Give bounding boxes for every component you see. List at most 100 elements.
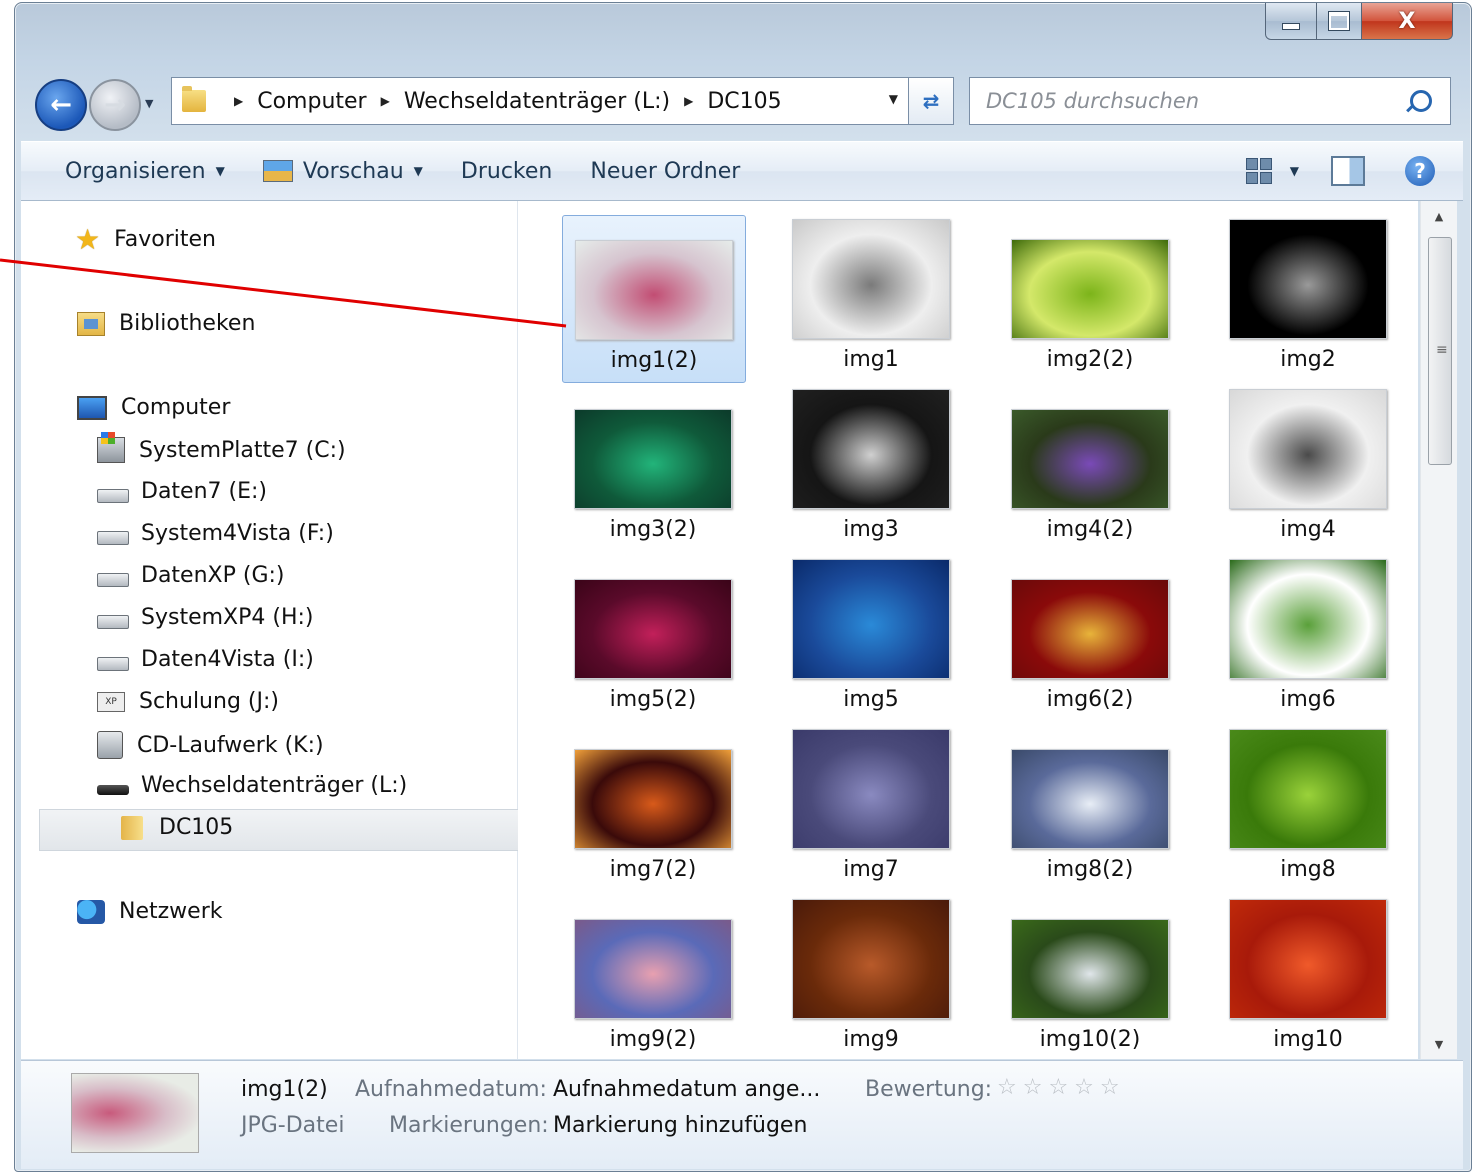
nav-favorites[interactable]: ★ Favoriten <box>75 223 216 256</box>
file-tile[interactable]: img4 <box>1217 385 1399 551</box>
nav-drive-label: SystemPlatte7 (C:) <box>139 437 346 463</box>
details-pane: img1(2) JPG-Datei Aufnahmedatum: Aufnahm… <box>21 1060 1463 1169</box>
file-tile[interactable]: img3(2) <box>562 385 744 551</box>
help-icon[interactable]: ? <box>1405 156 1435 186</box>
details-date-label: Aufnahmedatum: <box>355 1077 547 1102</box>
file-name: img5 <box>843 687 899 712</box>
nav-drive-i[interactable]: Daten4Vista (I:) <box>97 647 314 672</box>
file-tile[interactable]: img9(2) <box>562 895 744 1061</box>
file-name: img4 <box>1280 517 1336 542</box>
file-tile[interactable]: img5 <box>780 555 962 721</box>
file-list: img1(2) img1 img2(2) img2 img3(2) img3 img4(2)… <box>518 201 1418 1059</box>
nav-drive-l[interactable]: Wechseldatenträger (L:) <box>97 773 407 798</box>
file-tile[interactable]: img5(2) <box>562 555 744 721</box>
details-tags-label: Markierungen: <box>389 1113 549 1138</box>
file-tile[interactable]: img6 <box>1217 555 1399 721</box>
breadcrumb-dc105[interactable]: DC105 <box>707 89 781 114</box>
nav-libraries[interactable]: Bibliotheken <box>77 311 255 336</box>
nav-drive-c[interactable]: SystemPlatte7 (C:) <box>97 432 346 463</box>
file-tile[interactable]: img1(2) <box>562 215 746 383</box>
close-button[interactable]: X <box>1362 3 1453 40</box>
file-name: img6 <box>1280 687 1336 712</box>
file-thumbnail <box>1229 219 1387 339</box>
nav-drive-f[interactable]: System4Vista (F:) <box>97 521 334 546</box>
file-thumbnail <box>792 899 950 1019</box>
file-tile[interactable]: img10(2) <box>999 895 1181 1061</box>
print-button[interactable]: Drucken <box>461 159 552 184</box>
vertical-scrollbar[interactable]: ▲ ≡ ▼ <box>1420 201 1457 1059</box>
nav-folder-dc105[interactable]: DC105 <box>121 815 233 840</box>
command-bar: Organisieren ▼ Vorschau ▼ Drucken Neuer … <box>21 141 1463 201</box>
preview-menu[interactable]: Vorschau ▼ <box>262 159 423 184</box>
nav-network[interactable]: Netzwerk <box>77 899 222 924</box>
details-tags-value[interactable]: Markierung hinzufügen <box>553 1113 807 1138</box>
search-input[interactable]: DC105 durchsuchen <box>986 89 1410 113</box>
file-tile[interactable]: img6(2) <box>999 555 1181 721</box>
breadcrumb-computer[interactable]: Computer <box>257 89 366 114</box>
navigation-pane: ★ Favoriten Bibliotheken Computer System… <box>21 201 519 1059</box>
chevron-up-icon: ▲ <box>1434 209 1444 223</box>
views-icon[interactable] <box>1245 158 1272 184</box>
cd-drive-icon <box>97 731 123 759</box>
address-bar[interactable]: ▶ Computer ▶ Wechseldatenträger (L:) ▶ D… <box>171 77 909 125</box>
file-thumbnail <box>1011 579 1169 679</box>
forward-button[interactable]: → <box>89 79 141 131</box>
file-tile[interactable]: img2 <box>1217 215 1399 381</box>
breadcrumb-arrow-icon[interactable]: ▶ <box>234 94 243 108</box>
rating-stars[interactable]: ☆☆☆☆☆ <box>997 1075 1126 1100</box>
breadcrumb-arrow-icon[interactable]: ▶ <box>381 94 390 108</box>
nav-libraries-label: Bibliotheken <box>119 311 256 336</box>
breadcrumb-removable-drive[interactable]: Wechseldatenträger (L:) <box>404 89 670 114</box>
file-tile[interactable]: img4(2) <box>999 385 1181 551</box>
file-name: img1(2) <box>610 348 698 373</box>
file-name: img8 <box>1280 857 1336 882</box>
file-name: img2(2) <box>1046 347 1134 372</box>
search-box[interactable]: DC105 durchsuchen <box>969 77 1451 125</box>
details-date-value[interactable]: Aufnahmedatum ange... <box>553 1077 820 1102</box>
back-button[interactable]: ← <box>35 79 87 131</box>
nav-drive-e[interactable]: Daten7 (E:) <box>97 479 267 504</box>
file-tile[interactable]: img2(2) <box>999 215 1181 381</box>
chevron-down-icon: ▼ <box>1434 1037 1444 1051</box>
scroll-up-button[interactable]: ▲ <box>1421 201 1457 231</box>
breadcrumb-arrow-icon[interactable]: ▶ <box>684 94 693 108</box>
file-tile[interactable]: img1 <box>780 215 962 381</box>
details-thumbnail <box>71 1073 199 1153</box>
file-name: img1 <box>843 347 899 372</box>
scroll-down-button[interactable]: ▼ <box>1421 1029 1457 1059</box>
nav-drive-label: Daten4Vista (I:) <box>141 647 314 672</box>
search-icon[interactable] <box>1410 90 1432 112</box>
arrow-left-icon: ← <box>50 90 72 120</box>
refresh-button[interactable]: ⇄ <box>909 77 954 125</box>
minimize-button[interactable] <box>1265 3 1317 40</box>
file-name: img2 <box>1280 347 1336 372</box>
nav-network-label: Netzwerk <box>119 899 223 924</box>
file-tile[interactable]: img9 <box>780 895 962 1061</box>
file-tile[interactable]: img10 <box>1217 895 1399 1061</box>
recent-pages-dropdown[interactable]: ▼ <box>145 97 153 110</box>
new-folder-button[interactable]: Neuer Ordner <box>590 159 740 184</box>
folder-icon <box>121 815 143 840</box>
file-tile[interactable]: img3 <box>780 385 962 551</box>
file-tile[interactable]: img7 <box>780 725 962 891</box>
nav-drive-g[interactable]: DatenXP (G:) <box>97 563 284 588</box>
file-tile[interactable]: img7(2) <box>562 725 744 891</box>
file-thumbnail <box>1229 729 1387 849</box>
file-name: img10 <box>1273 1027 1343 1052</box>
preview-pane-icon[interactable] <box>1331 156 1365 186</box>
file-tile[interactable]: img8(2) <box>999 725 1181 891</box>
maximize-button[interactable] <box>1317 3 1362 40</box>
nav-drive-label: SystemXP4 (H:) <box>141 605 314 630</box>
views-dropdown-icon[interactable]: ▼ <box>1290 164 1299 178</box>
nav-drive-k[interactable]: CD-Laufwerk (K:) <box>97 731 324 759</box>
nav-computer[interactable]: Computer <box>77 395 230 420</box>
file-thumbnail <box>1011 409 1169 509</box>
nav-drive-h[interactable]: SystemXP4 (H:) <box>97 605 314 630</box>
system-drive-icon <box>97 432 125 463</box>
nav-drive-j[interactable]: XP Schulung (J:) <box>97 689 279 714</box>
address-history-dropdown[interactable]: ▼ <box>889 92 898 106</box>
file-tile[interactable]: img8 <box>1217 725 1399 891</box>
organize-menu[interactable]: Organisieren ▼ <box>65 159 225 184</box>
file-thumbnail <box>1011 919 1169 1019</box>
scroll-thumb[interactable]: ≡ <box>1428 237 1452 465</box>
